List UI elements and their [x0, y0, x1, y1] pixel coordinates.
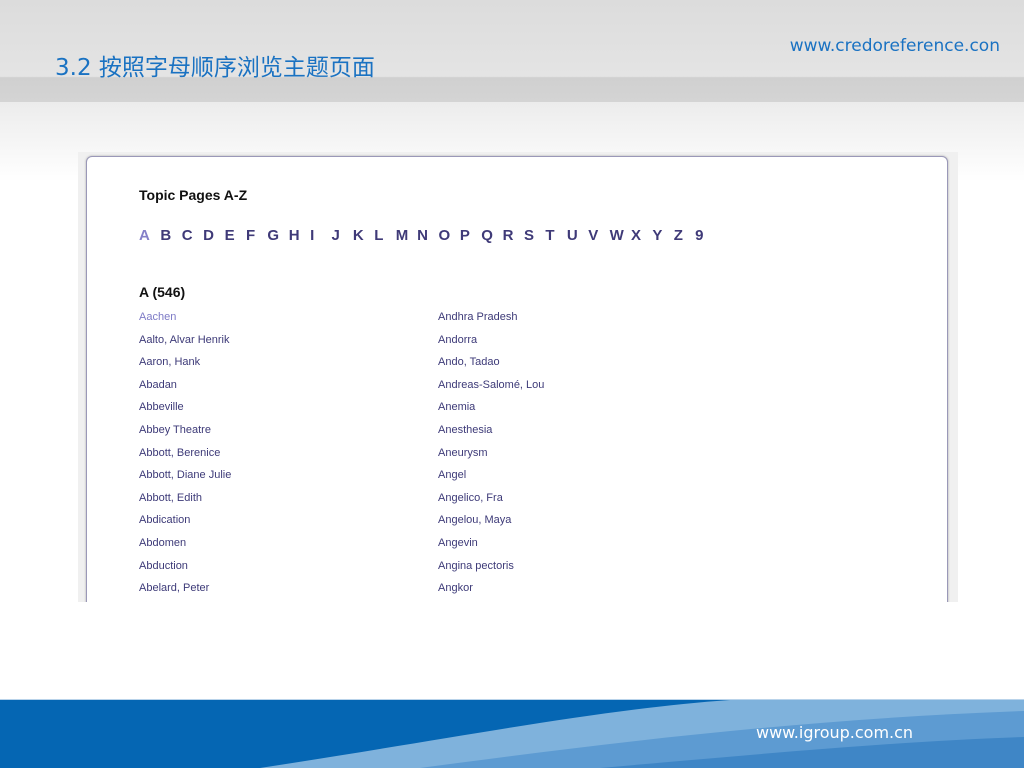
- letter-link-s[interactable]: S: [524, 227, 545, 244]
- topic-link[interactable]: Abbott, Berenice: [139, 447, 231, 470]
- letter-link-y[interactable]: Y: [652, 227, 673, 244]
- letter-link-w[interactable]: W: [610, 227, 631, 244]
- footer-band: www.igroup.com.cn: [0, 699, 1024, 768]
- topic-link[interactable]: Angevin: [438, 537, 544, 560]
- topic-list-column-1: Aachen Aalto, Alvar Henrik Aaron, Hank Abad…: [139, 311, 231, 602]
- letter-link-q[interactable]: Q: [481, 227, 502, 244]
- topic-link[interactable]: Abdication: [139, 514, 231, 537]
- alphabet-nav: ABCDEFGHIJKLMNOPQRSTUVWXYZ9: [139, 227, 717, 244]
- letter-link-o[interactable]: O: [438, 227, 459, 244]
- topic-link[interactable]: Angkor: [438, 582, 544, 602]
- topic-link[interactable]: Abbott, Diane Julie: [139, 469, 231, 492]
- site-url: www.credoreference.con: [789, 36, 1000, 56]
- topic-link[interactable]: Abadan: [139, 379, 231, 402]
- letter-link-i[interactable]: I: [310, 227, 331, 244]
- letter-link-b[interactable]: B: [160, 227, 181, 244]
- topic-link[interactable]: Andhra Pradesh: [438, 311, 544, 334]
- letter-link-e[interactable]: E: [225, 227, 246, 244]
- topic-link[interactable]: Anesthesia: [438, 424, 544, 447]
- letter-link-p[interactable]: P: [460, 227, 481, 244]
- topic-link[interactable]: Andreas-Salomé, Lou: [438, 379, 544, 402]
- topic-link[interactable]: Angina pectoris: [438, 560, 544, 583]
- topic-link[interactable]: Angelou, Maya: [438, 514, 544, 537]
- topic-link[interactable]: Abelard, Peter: [139, 582, 231, 602]
- topic-link[interactable]: Angelico, Fra: [438, 492, 544, 515]
- letter-link-t[interactable]: T: [545, 227, 566, 244]
- topic-link[interactable]: Abbey Theatre: [139, 424, 231, 447]
- topic-link[interactable]: Ando, Tadao: [438, 356, 544, 379]
- letter-link-d[interactable]: D: [203, 227, 224, 244]
- letter-link-n[interactable]: N: [417, 227, 438, 244]
- letter-link-a[interactable]: A: [139, 227, 160, 244]
- topic-link[interactable]: Andorra: [438, 334, 544, 357]
- section-heading: A (546): [139, 284, 186, 300]
- topic-pages-card: Topic Pages A-Z ABCDEFGHIJKLMNOPQRSTUVWX…: [86, 156, 948, 602]
- letter-link-u[interactable]: U: [567, 227, 588, 244]
- letter-link-l[interactable]: L: [374, 227, 395, 244]
- letter-link-9[interactable]: 9: [695, 227, 716, 244]
- letter-link-v[interactable]: V: [588, 227, 609, 244]
- topic-link[interactable]: Abbeville: [139, 401, 231, 424]
- topic-link[interactable]: Abduction: [139, 560, 231, 583]
- letter-link-m[interactable]: M: [396, 227, 417, 244]
- topic-link[interactable]: Angel: [438, 469, 544, 492]
- slide-title: 3.2 按照字母顺序浏览主题页面: [55, 55, 375, 81]
- topic-link[interactable]: Abbott, Edith: [139, 492, 231, 515]
- topic-list-column-2: Andhra Pradesh Andorra Ando, Tadao Andreas-…: [438, 311, 544, 602]
- letter-link-r[interactable]: R: [503, 227, 524, 244]
- page-heading: Topic Pages A-Z: [139, 187, 248, 203]
- topic-link[interactable]: Abdomen: [139, 537, 231, 560]
- letter-link-f[interactable]: F: [246, 227, 267, 244]
- topic-link[interactable]: Anemia: [438, 401, 544, 424]
- topic-link[interactable]: Aalto, Alvar Henrik: [139, 334, 231, 357]
- letter-link-c[interactable]: C: [182, 227, 203, 244]
- topic-link[interactable]: Aaron, Hank: [139, 356, 231, 379]
- topic-link[interactable]: Aneurysm: [438, 447, 544, 470]
- letter-link-z[interactable]: Z: [674, 227, 695, 244]
- letter-link-g[interactable]: G: [267, 227, 288, 244]
- topic-link[interactable]: Aachen: [139, 311, 231, 334]
- footer-url: www.igroup.com.cn: [756, 723, 914, 742]
- letter-link-h[interactable]: H: [289, 227, 310, 244]
- letter-link-x[interactable]: X: [631, 227, 652, 244]
- letter-link-k[interactable]: K: [353, 227, 374, 244]
- letter-link-j[interactable]: J: [332, 227, 353, 244]
- screenshot-panel: Topic Pages A-Z ABCDEFGHIJKLMNOPQRSTUVWX…: [78, 152, 958, 602]
